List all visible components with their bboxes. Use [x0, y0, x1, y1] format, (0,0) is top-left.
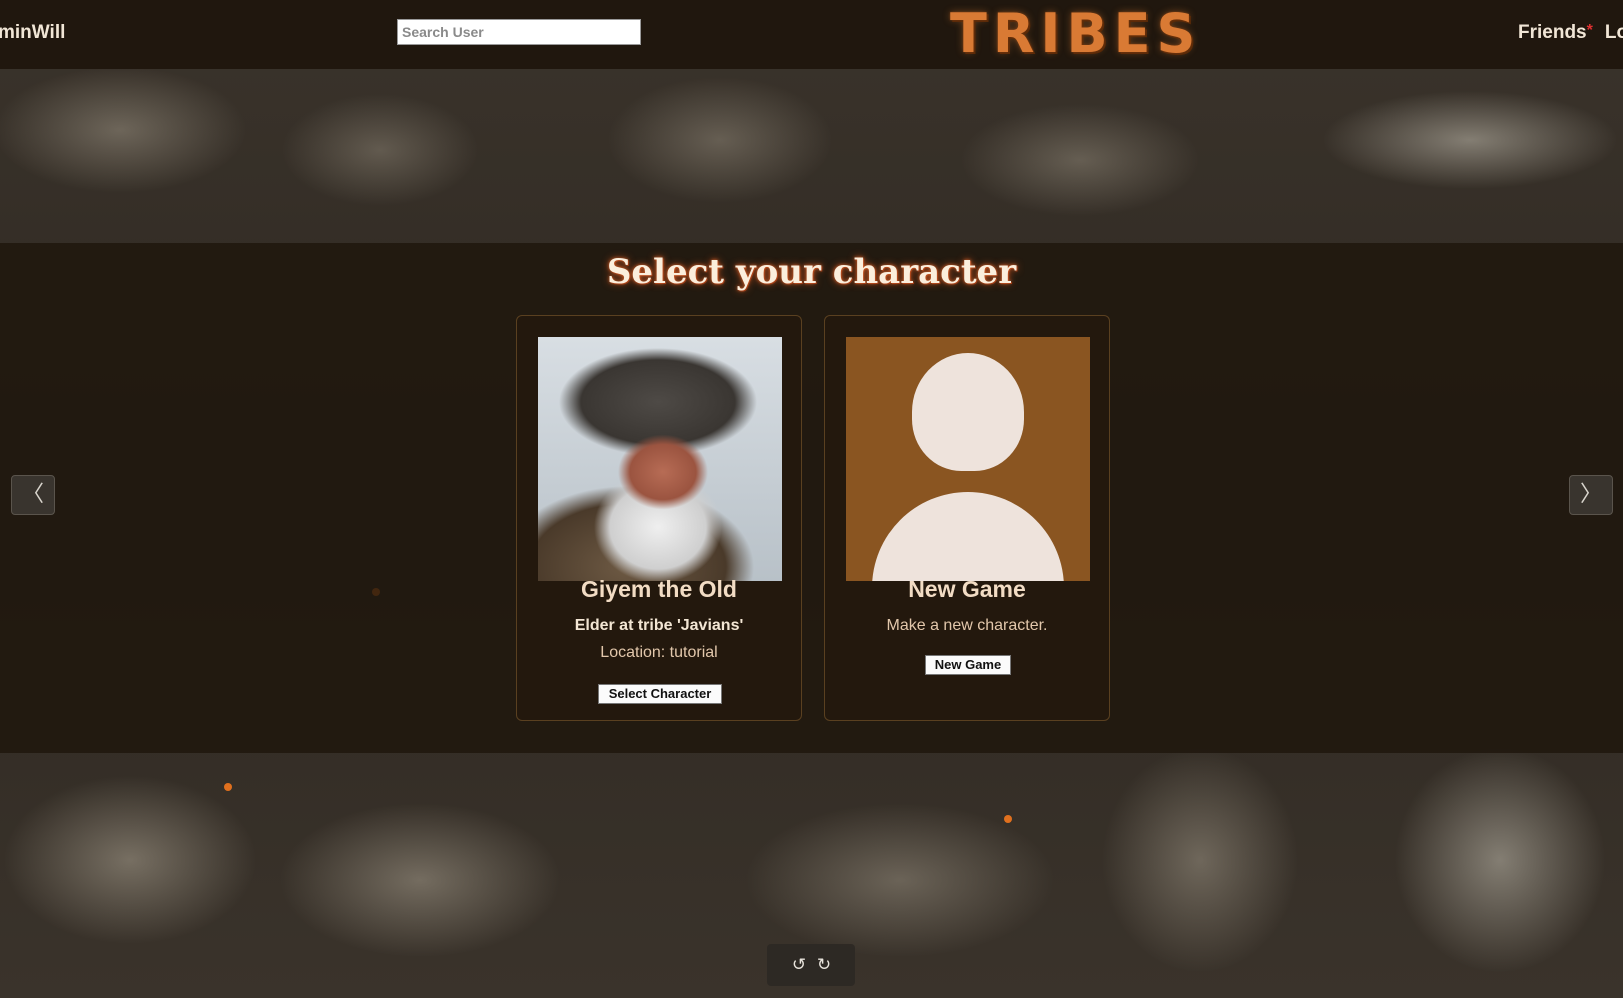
avatar-head-silhouette [912, 353, 1024, 471]
select-character-button[interactable]: Select Character [598, 684, 722, 704]
ember-decoration [1004, 815, 1012, 823]
character-card: Giyem the Old Elder at tribe 'Javians' L… [516, 315, 802, 721]
search-user-input[interactable] [397, 19, 641, 45]
top-bar: minWill TRIBES Friends* Lo [0, 0, 1623, 69]
new-game-button[interactable]: New Game [925, 655, 1011, 675]
new-game-title: New Game [908, 576, 1026, 602]
avatar-body-silhouette [872, 492, 1064, 581]
page-title: Select your character [606, 252, 1017, 292]
friends-label: Friends [1518, 22, 1587, 43]
character-location: Location: tutorial [600, 644, 718, 661]
friends-link[interactable]: Friends* [1518, 22, 1593, 43]
carousel-next-button[interactable]: 〉 [1569, 475, 1613, 515]
ember-decoration [224, 783, 232, 791]
logout-link[interactable]: Lo [1605, 22, 1623, 43]
character-name: Giyem the Old [581, 576, 737, 602]
friends-notification-badge: * [1586, 22, 1593, 39]
redo-icon[interactable]: ↻ [812, 953, 836, 977]
history-toolbar: ↺ ↻ [767, 944, 855, 986]
carousel-prev-button[interactable]: 〈 [11, 475, 55, 515]
chevron-left-icon: 〈 [21, 481, 44, 506]
new-game-card: New Game Make a new character. New Game [824, 315, 1110, 721]
character-select-panel [0, 243, 1623, 753]
undo-icon[interactable]: ↺ [787, 953, 811, 977]
username-link[interactable]: minWill [0, 22, 65, 44]
placeholder-avatar [846, 337, 1090, 581]
chevron-right-icon: 〉 [1579, 481, 1602, 506]
new-game-description: Make a new character. [886, 617, 1048, 634]
character-role: Elder at tribe 'Javians' [574, 617, 744, 634]
top-nav: Friends* Lo [1518, 22, 1623, 44]
character-portrait [538, 337, 782, 581]
tribes-logo[interactable]: TRIBES [950, 2, 1195, 66]
